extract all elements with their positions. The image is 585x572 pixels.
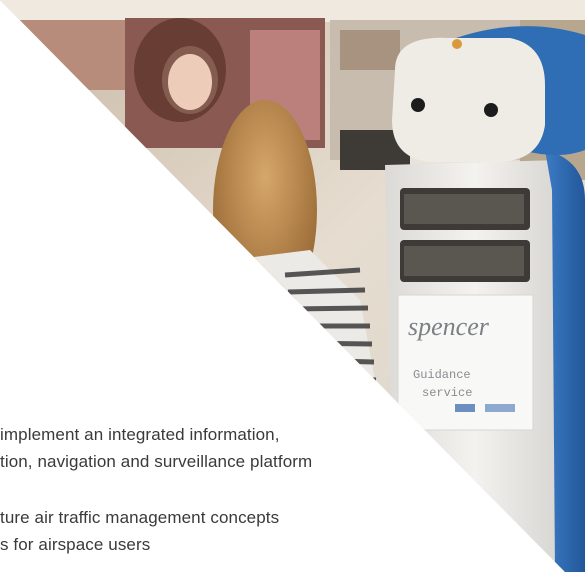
screen-line-2: service <box>422 386 472 400</box>
shop-shelf-left <box>20 20 130 90</box>
robot-eye-left <box>411 98 425 112</box>
text-line-4: s for airspace users <box>0 535 151 554</box>
text-line-2: tion, navigation and surveillance platfo… <box>0 452 313 471</box>
text-line-3: ture air traffic management concepts <box>0 508 280 527</box>
robot-photo: spencer Guidance service <box>0 0 585 572</box>
robot-eye-right <box>484 103 498 117</box>
robot-label: spencer <box>408 312 490 341</box>
text-line-1: implement an integrated information, <box>0 425 280 444</box>
robot-antenna <box>452 39 462 49</box>
stage: spencer Guidance service implement an in… <box>0 0 585 572</box>
screen-line-1: Guidance <box>413 368 471 382</box>
